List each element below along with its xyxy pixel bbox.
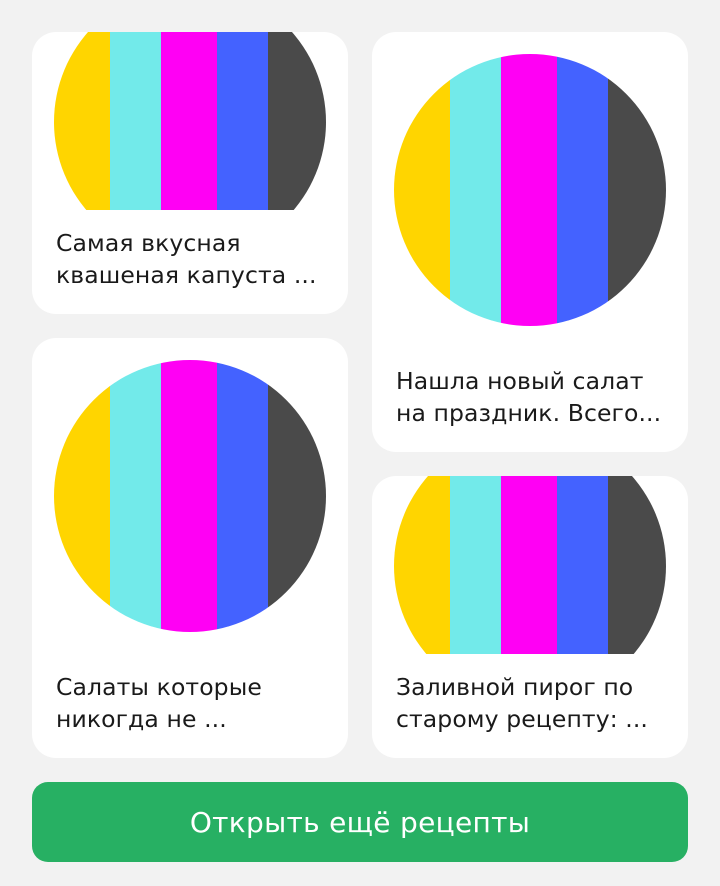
color-stripe: [557, 476, 608, 654]
color-stripe: [161, 32, 217, 210]
color-stripe: [501, 476, 557, 654]
color-stripe: [217, 360, 268, 632]
color-stripe: [608, 476, 666, 654]
recipe-card-4[interactable]: Заливной пирог по старому рецепту: ...: [372, 476, 688, 758]
color-stripe: [217, 32, 268, 210]
color-stripe: [450, 54, 501, 326]
color-stripe: [557, 54, 608, 326]
recipe-title: Нашла новый салат на праздник. Всего...: [396, 367, 662, 427]
color-stripes-image: [394, 476, 666, 654]
recipe-card-1[interactable]: Самая вкусная квашеная капуста ...: [32, 32, 348, 314]
recipe-feed: Самая вкусная квашеная капуста ... Нашла…: [0, 0, 720, 886]
color-stripe: [110, 32, 161, 210]
color-stripe: [54, 360, 110, 632]
recipe-card-2[interactable]: Нашла новый салат на праздник. Всего...: [372, 32, 688, 452]
color-stripe: [394, 54, 450, 326]
color-stripes-image: [54, 360, 326, 632]
recipe-title: Самая вкусная квашеная капуста ...: [56, 229, 317, 289]
color-stripe: [501, 54, 557, 326]
color-stripe: [394, 476, 450, 654]
recipe-image: [54, 32, 326, 210]
color-stripe: [110, 360, 161, 632]
recipe-image: [394, 54, 666, 326]
open-more-recipes-label: Открыть ещё рецепты: [189, 805, 531, 839]
recipe-card-3[interactable]: Салаты которые никогда не ...: [32, 338, 348, 758]
color-stripes-image: [54, 32, 326, 210]
color-stripe: [268, 360, 326, 632]
open-more-recipes-button[interactable]: Открыть ещё рецепты: [32, 782, 688, 862]
recipe-title: Заливной пирог по старому рецепту: ...: [396, 673, 648, 733]
recipe-image: [394, 476, 666, 654]
color-stripe: [54, 32, 110, 210]
color-stripe: [450, 476, 501, 654]
recipe-title: Салаты которые никогда не ...: [56, 673, 262, 733]
recipe-image: [54, 360, 326, 632]
color-stripes-image: [394, 54, 666, 326]
color-stripe: [268, 32, 326, 210]
color-stripe: [608, 54, 666, 326]
color-stripe: [161, 360, 217, 632]
